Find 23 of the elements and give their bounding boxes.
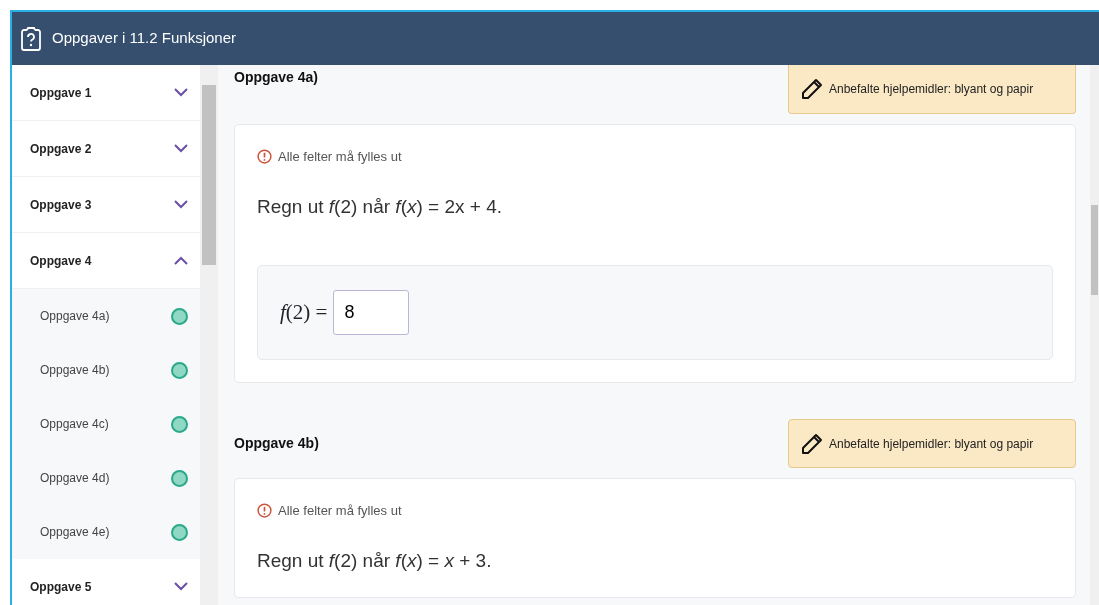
warning-text: Alle felter må fylles ut [278, 148, 402, 166]
clipboard-question-icon [20, 26, 42, 51]
pencil-icon [801, 78, 823, 100]
answer-field[interactable]: 8 [333, 290, 410, 335]
sidebar-subitem[interactable]: Oppgave 4b) [12, 343, 200, 397]
warning-icon [257, 503, 272, 519]
sidebar-subitem[interactable]: Oppgave 4a) [12, 289, 200, 343]
warning-icon [257, 149, 272, 165]
task-title: Oppgave 4a) [234, 68, 319, 87]
question-text: Regn ut f(2) når f(x) = 2x + 4. [257, 194, 503, 219]
answer-label: f(2) = [280, 298, 328, 326]
task-title: Oppgave 4b) [234, 434, 319, 453]
warning-text: Alle felter må fylles ut [278, 502, 402, 520]
sidebar-subitem[interactable]: Oppgave 4d) [12, 451, 200, 505]
window-title: Oppgaver i 11.2 Funksjoner [52, 28, 236, 49]
tools-notice: Anbefalte hjelpemidler: blyant og papir [788, 65, 1076, 114]
sidebar-subitem[interactable]: Oppgave 4e) [12, 505, 200, 559]
question-text: Regn ut f(2) når f(x) = x + 3. [257, 548, 493, 573]
scrollbar[interactable] [200, 65, 218, 605]
sidebar-subitem[interactable]: Oppgave 4c) [12, 397, 200, 451]
scrollbar[interactable] [1090, 65, 1099, 605]
tools-notice: Anbefalte hjelpemidler: blyant og papir [788, 419, 1076, 468]
pencil-icon [801, 432, 823, 455]
